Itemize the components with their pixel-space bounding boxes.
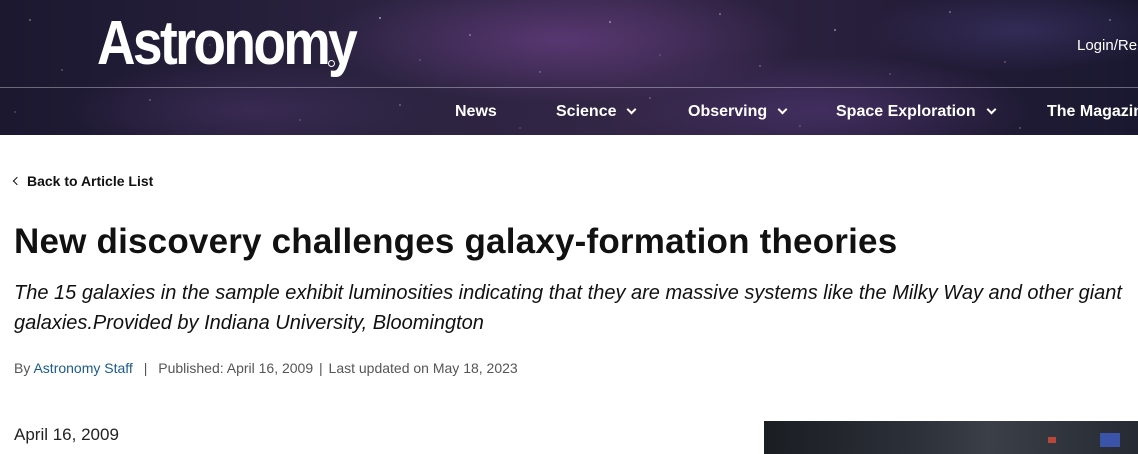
image-detail — [1100, 433, 1120, 447]
image-detail — [1048, 437, 1056, 443]
article-subtitle: The 15 galaxies in the sample exhibit lu… — [14, 282, 1122, 334]
nav-item-label: Observing — [688, 103, 768, 120]
article-dateline: April 16, 2009 — [14, 425, 119, 444]
article-image — [764, 421, 1138, 454]
chevron-down-icon — [627, 104, 637, 115]
back-link-label: Back to Article List — [27, 173, 154, 189]
published-date: Published: April 16, 2009 — [158, 360, 314, 376]
nav-item-label: The Magazin — [1047, 103, 1138, 120]
nav-item-science[interactable]: Science — [556, 100, 637, 124]
nav-item-label: Space Exploration — [836, 103, 976, 120]
login-register-link[interactable]: Login/Re — [1077, 37, 1137, 54]
byline-by: By — [14, 360, 31, 376]
nav-item-observing[interactable]: Observing — [688, 100, 788, 124]
article-byline: By Astronomy Staff | Published: April 16… — [14, 360, 518, 376]
nav-item-the-magazine[interactable]: The Magazin — [1047, 100, 1138, 124]
back-to-article-list-link[interactable]: Back to Article List — [12, 173, 154, 189]
article-title: New discovery challenges galaxy-formatio… — [14, 222, 898, 261]
byline-separator: | — [143, 360, 148, 376]
nav-item-label: News — [455, 103, 497, 120]
chevron-left-icon — [12, 176, 22, 186]
registered-mark-icon — [328, 60, 335, 67]
byline-separator: | — [319, 360, 323, 376]
updated-date: Last updated on May 18, 2023 — [328, 360, 518, 376]
chevron-down-icon — [986, 104, 997, 115]
nav-item-space-exploration[interactable]: Space Exploration — [836, 100, 997, 124]
site-header: Astronomy Login/Re News Science Observin… — [0, 0, 1138, 135]
header-divider — [0, 87, 1138, 88]
site-logo[interactable]: Astronomy — [97, 8, 358, 80]
chevron-down-icon — [777, 104, 788, 115]
nav-item-label: Science — [556, 103, 617, 120]
nav-item-news[interactable]: News — [455, 100, 497, 124]
author-link[interactable]: Astronomy Staff — [33, 360, 132, 376]
